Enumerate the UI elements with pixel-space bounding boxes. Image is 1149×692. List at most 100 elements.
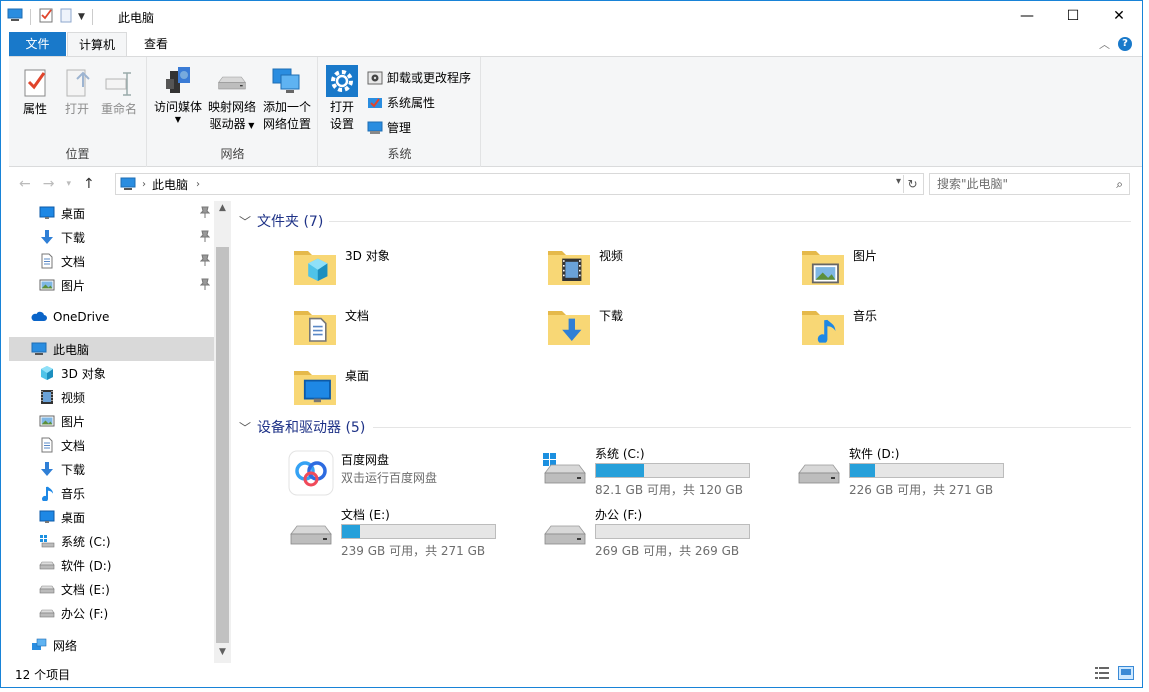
scroll-up-icon[interactable]: ▲ [214,203,231,213]
back-arrow-icon[interactable]: ← [19,176,31,192]
nav-this-pc[interactable]: 此电脑 [9,337,214,361]
nav-pc-desktop[interactable]: 桌面 [9,505,214,529]
breadcrumb-this-pc[interactable]: 此电脑 [152,176,188,193]
devices-section-header[interactable]: ﹀ 设备和驱动器 (5) [239,417,365,437]
folder-videos[interactable]: 视频 [545,241,785,289]
pin-icon[interactable] [200,254,210,266]
baidu-netdisk-icon [288,450,334,496]
folder-pictures[interactable]: 图片 [799,241,1039,289]
properties-icon[interactable] [38,7,54,26]
pin-icon[interactable] [200,278,210,290]
uninstall-icon [367,71,383,84]
nav-pc-drive-c[interactable]: 系统 (C:) [9,529,214,553]
recent-chevron-icon[interactable]: ▾ [66,176,71,192]
folder-name: 文档 [345,309,370,323]
customize-toolbar-icon[interactable]: ▼ [78,12,85,22]
nav-pc-videos[interactable]: 视频 [9,385,214,409]
new-folder-icon[interactable] [58,7,74,26]
folder-3d-objects[interactable]: 3D 对象 [291,241,531,289]
help-icon[interactable]: ? [1118,37,1132,51]
nav-pc-downloads[interactable]: 下载 [9,457,214,481]
folder-desktop[interactable]: 桌面 [291,361,531,409]
open-settings-label-1: 打开 [329,100,354,114]
nav-quick-download[interactable]: 下载 [9,225,214,249]
nav-quick-desktop[interactable]: 桌面 [9,201,214,225]
minimize-button[interactable]: — [1004,1,1050,31]
forward-arrow-icon[interactable]: → [43,176,55,192]
pin-icon[interactable] [200,206,210,218]
music-folder-icon [799,301,847,349]
access-media-button[interactable]: 访问媒体 ▼ [152,65,204,124]
uninstall-programs-button[interactable]: 卸载或更改程序 [367,69,471,86]
item-count: 12 个项目 [15,668,71,682]
nav-quick-pictures[interactable]: 图片 [9,273,214,297]
rename-button[interactable]: 重命名 [97,67,141,118]
download-icon [39,229,55,245]
nav-item-label: 网络 [53,638,78,653]
map-network-drive-button[interactable]: 映射网络 驱动器 ▼ [206,65,258,134]
drive-c[interactable]: 系统 (C:) 82.1 GB 可用，共 120 GB [541,445,791,497]
folder-downloads[interactable]: 下载 [545,301,785,349]
system-properties-button[interactable]: 系统属性 [367,94,435,111]
nav-pc-drive-e[interactable]: 文档 (E:) [9,577,214,601]
drive-e[interactable]: 文档 (E:) 239 GB 可用，共 271 GB [287,506,537,558]
nav-pc-music[interactable]: 音乐 [9,481,214,505]
tab-view[interactable]: 查看 [134,32,178,56]
nav-quick-documents[interactable]: 文档 [9,249,214,273]
nav-network[interactable]: 网络 [9,633,214,657]
nav-pc-documents[interactable]: 文档 [9,433,214,457]
maximize-button[interactable]: ☐ [1050,1,1096,31]
address-dropdown-icon[interactable]: ▾ [896,176,901,187]
pin-icon[interactable] [200,230,210,242]
folders-section-header[interactable]: ﹀ 文件夹 (7) [239,211,323,231]
folder-music[interactable]: 音乐 [799,301,1039,349]
add-network-label-1: 添加一个 [262,100,311,114]
add-network-location-button[interactable]: 添加一个 网络位置 [260,65,314,133]
dropdown-arrow-icon: ▼ [174,115,182,124]
quick-access-toolbar: ▼ [7,7,96,26]
nav-onedrive[interactable]: OneDrive [9,305,214,329]
document-folder-icon [291,301,339,349]
up-arrow-icon[interactable]: ↑ [83,176,95,192]
add-network-label-2: 网络位置 [262,117,311,131]
tab-file[interactable]: 文件 [9,32,66,56]
nav-item-label: 文档 [61,254,86,269]
scroll-down-icon[interactable]: ▼ [214,647,231,657]
window-title: 此电脑 [118,11,155,25]
breadcrumb-chevron-icon[interactable]: › [142,179,146,190]
picture-folder-icon [799,241,847,289]
drive-usage-fill [850,464,876,477]
collapse-chevron-icon[interactable]: ﹀ [239,419,251,436]
manage-button[interactable]: 管理 [367,119,411,136]
refresh-icon[interactable]: ↻ [903,175,921,193]
nav-pc-drive-d[interactable]: 软件 (D:) [9,553,214,577]
search-icon[interactable]: ⌕ [1116,174,1123,194]
search-input[interactable]: 搜索"此电脑" ⌕ [929,173,1130,195]
open-settings-button[interactable]: 打开 设置 [325,65,359,133]
music-icon [39,485,55,501]
scrollbar-thumb[interactable] [216,247,229,643]
nav-pc-drive-f[interactable]: 办公 (F:) [9,601,214,625]
nav-scrollbar[interactable]: ▲ ▼ [214,201,231,663]
tab-computer[interactable]: 计算机 [67,32,127,56]
properties-button[interactable]: 属性 [15,67,55,118]
nav-pc-pictures[interactable]: 图片 [9,409,214,433]
baidu-netdisk[interactable]: 百度网盘 双击运行百度网盘 [287,449,537,499]
address-bar[interactable]: › 此电脑 › ▾ ↻ [115,173,924,195]
video-folder-icon [545,241,593,289]
details-view-icon[interactable] [1094,666,1110,680]
collapse-ribbon-icon[interactable]: ︿ [1099,36,1110,52]
close-button[interactable]: ✕ [1096,1,1142,31]
pc-icon[interactable] [7,7,23,26]
drive-f[interactable]: 办公 (F:) 269 GB 可用，共 269 GB [541,506,791,558]
folder-documents[interactable]: 文档 [291,301,531,349]
large-icons-view-icon[interactable] [1118,666,1134,680]
open-button[interactable]: 打开 [59,67,95,118]
group-location: 属性 打开 重命名 位置 [9,57,147,167]
title-bar: ▼ 此电脑 — ☐ ✕ [1,1,1142,31]
collapse-chevron-icon[interactable]: ﹀ [239,213,251,230]
picture-icon [39,413,55,429]
nav-pc-3d-objects[interactable]: 3D 对象 [9,361,214,385]
drive-d[interactable]: 软件 (D:) 226 GB 可用，共 271 GB [795,445,1045,497]
breadcrumb-chevron-icon[interactable]: › [196,179,200,190]
